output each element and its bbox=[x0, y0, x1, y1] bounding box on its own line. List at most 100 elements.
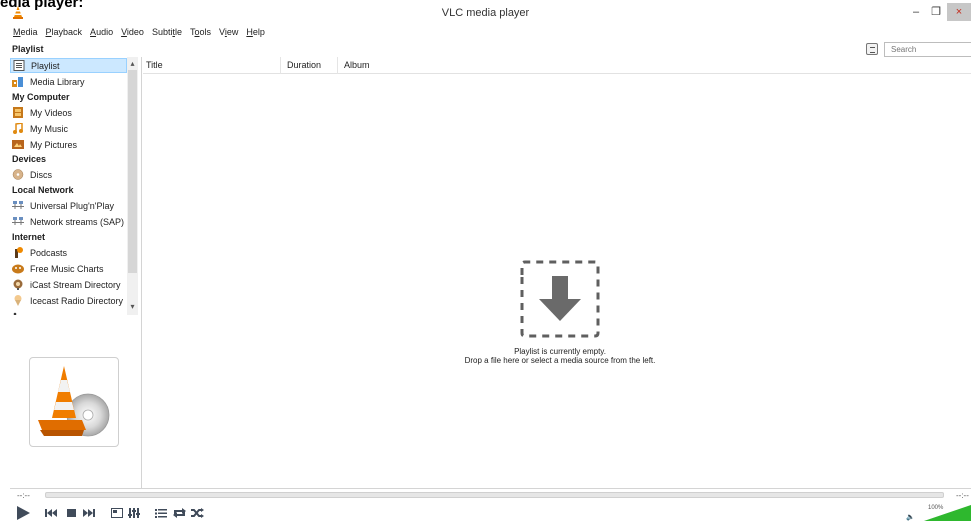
shuffle-icon bbox=[190, 508, 204, 518]
playlist-icon bbox=[155, 509, 167, 518]
title-bar: VLC media player – ❐ × bbox=[0, 0, 971, 24]
empty-line-1: Playlist is currently empty. bbox=[514, 347, 606, 356]
sidebar-item-label: Free Music Charts bbox=[30, 263, 104, 274]
music-note-icon bbox=[13, 123, 23, 134]
elapsed-time[interactable]: --:-- bbox=[17, 491, 30, 500]
sidebar-scrollbar-thumb[interactable] bbox=[128, 70, 137, 273]
film-icon bbox=[13, 107, 23, 118]
menu-audio-text: udio bbox=[96, 27, 114, 37]
menu-help[interactable]: Help bbox=[246, 24, 265, 40]
bottom-separator bbox=[10, 488, 971, 489]
menu-media-text: edia bbox=[20, 27, 38, 37]
previous-button[interactable] bbox=[44, 506, 58, 520]
music-charts-icon bbox=[12, 264, 24, 274]
column-header-album[interactable]: Album bbox=[338, 57, 971, 74]
playlist-view-toggle-button[interactable] bbox=[866, 43, 878, 55]
speaker-icon[interactable]: 🔈 bbox=[906, 513, 915, 521]
sidebar-item-sap[interactable]: Network streams (SAP) bbox=[10, 214, 127, 229]
bullet-icon bbox=[12, 311, 24, 315]
menu-media-mnemonic: M bbox=[13, 27, 21, 37]
play-icon bbox=[17, 506, 30, 520]
playlist-icon bbox=[13, 60, 25, 71]
volume-slider[interactable] bbox=[924, 505, 971, 521]
sidebar-item-podcasts[interactable]: Podcasts bbox=[10, 245, 127, 260]
menu-bar: Media Playback Audio Video Subtitle Tool… bbox=[13, 24, 265, 40]
sidebar-item-label: Podcasts bbox=[30, 247, 68, 258]
scroll-up-icon[interactable]: ▴ bbox=[127, 59, 138, 68]
empty-line-2: Drop a file here or select a media sourc… bbox=[464, 356, 656, 365]
empty-playlist-message: Playlist is currently empty. Drop a file… bbox=[440, 347, 680, 365]
window-title: VLC media player bbox=[441, 7, 530, 19]
sidebar-item-my-videos[interactable]: My Videos bbox=[10, 105, 127, 120]
playlist-heading: Playlist bbox=[12, 44, 44, 54]
disc-icon bbox=[12, 169, 24, 180]
column-header-title[interactable]: Title bbox=[143, 57, 281, 74]
menu-tools[interactable]: Tools bbox=[190, 24, 211, 40]
sidebar-item-icecast[interactable]: Icecast Radio Directory bbox=[10, 293, 127, 308]
extended-settings-button[interactable] bbox=[127, 506, 141, 520]
sidebar-item-free-music-charts[interactable]: Free Music Charts bbox=[10, 261, 127, 276]
sidebar-item-playlist[interactable]: Playlist bbox=[10, 58, 127, 73]
previous-icon bbox=[45, 509, 57, 517]
sidebar-item-my-pictures[interactable]: My Pictures bbox=[10, 137, 127, 152]
picture-icon bbox=[12, 140, 24, 149]
shuffle-button[interactable] bbox=[190, 506, 204, 520]
menu-tools-text: ols bbox=[199, 27, 212, 37]
menu-subtitle[interactable]: Subtitle bbox=[152, 24, 182, 40]
network-icon bbox=[12, 217, 24, 225]
category-my-computer: My Computer bbox=[12, 92, 70, 102]
vlc-cone-cd-icon bbox=[38, 366, 110, 437]
toggle-playlist-button[interactable] bbox=[154, 506, 168, 520]
minimize-button[interactable]: – bbox=[908, 3, 924, 21]
column-header-duration[interactable]: Duration bbox=[281, 57, 338, 74]
media-library-icon bbox=[12, 77, 23, 87]
sidebar-item-label: My Music bbox=[30, 123, 68, 134]
sidebar-item-label: Media Library bbox=[30, 76, 85, 87]
sidebar-item-icast[interactable]: iCast Stream Directory bbox=[10, 277, 127, 292]
pane-separator[interactable] bbox=[141, 57, 142, 489]
sidebar-item-discs[interactable]: Discs bbox=[10, 167, 127, 182]
sidebar-item-label: Discs bbox=[30, 169, 52, 180]
menu-subtitle-pre: Subti bbox=[151, 27, 173, 37]
menu-video-text: ideo bbox=[126, 27, 144, 37]
next-icon bbox=[83, 509, 95, 517]
network-icon bbox=[12, 201, 24, 209]
sidebar-item-label: Universal Plug'n'Play bbox=[30, 200, 114, 211]
search-input[interactable] bbox=[884, 42, 971, 57]
sidebar-item-label: Network streams (SAP) bbox=[30, 216, 125, 227]
volume-level-fill bbox=[924, 505, 971, 521]
equalizer-icon bbox=[128, 508, 140, 518]
scroll-down-icon[interactable]: ▾ bbox=[127, 302, 138, 311]
menu-media[interactable]: Media bbox=[13, 24, 38, 40]
play-button[interactable] bbox=[14, 506, 32, 520]
menu-audio[interactable]: Audio bbox=[90, 24, 113, 40]
sidebar-item-label: My Pictures bbox=[30, 139, 78, 150]
podcast-icon bbox=[15, 247, 23, 258]
loop-button[interactable] bbox=[172, 506, 186, 520]
stop-button[interactable] bbox=[64, 506, 78, 520]
fullscreen-icon bbox=[111, 508, 123, 518]
stop-icon bbox=[66, 509, 76, 517]
remaining-time[interactable]: --:-- bbox=[956, 491, 969, 500]
maximize-button[interactable]: ❐ bbox=[928, 3, 944, 21]
next-button[interactable] bbox=[82, 506, 96, 520]
menu-subtitle-text: le bbox=[174, 27, 182, 37]
sidebar-item-my-music[interactable]: My Music bbox=[10, 121, 127, 136]
menu-view[interactable]: View bbox=[219, 24, 238, 40]
menu-playback-text: layback bbox=[51, 27, 83, 37]
icecast-icon bbox=[14, 295, 22, 306]
album-art-panel bbox=[29, 357, 119, 447]
sidebar-item-media-library[interactable]: Media Library bbox=[10, 74, 127, 89]
drop-zone-icon bbox=[520, 260, 600, 338]
category-local-network: Local Network bbox=[12, 185, 74, 195]
menu-view-text: ew bbox=[226, 27, 239, 37]
fullscreen-button[interactable] bbox=[110, 506, 124, 520]
menu-playback[interactable]: Playback bbox=[46, 24, 83, 40]
menu-video[interactable]: Video bbox=[121, 24, 144, 40]
seek-slider[interactable] bbox=[45, 492, 944, 498]
category-internet: Internet bbox=[12, 232, 46, 242]
close-button[interactable]: × bbox=[947, 3, 971, 21]
sidebar-item-upnp[interactable]: Universal Plug'n'Play bbox=[10, 198, 127, 213]
sidebar-item-label: Playlist bbox=[31, 60, 60, 71]
loop-icon bbox=[172, 508, 186, 518]
